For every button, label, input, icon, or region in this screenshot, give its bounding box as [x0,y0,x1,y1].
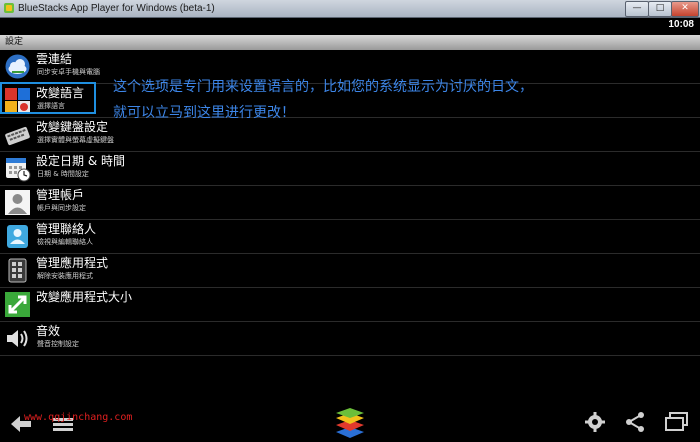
setting-manage-apps[interactable]: 管理應用程式 解除安裝應用程式 [0,254,700,288]
setting-sub: 同步安卓手機與電腦 [37,68,100,76]
setting-keyboard[interactable]: 改變鍵盤設定 選擇實體與螢幕虛擬鍵盤 [0,118,700,152]
share-icon[interactable] [624,411,646,433]
setting-label: 改變鍵盤設定 [36,120,109,134]
settings-header: 設定 [0,35,700,50]
setting-sound[interactable]: 音效 聲音控制設定 [0,322,700,356]
bluestacks-logo-icon [4,3,14,13]
setting-label: 管理應用程式 [36,256,109,270]
page-title: 設定 [5,37,24,47]
minimize-button[interactable]: — [625,1,649,17]
setting-sub: 選擇實體與螢幕虛擬鍵盤 [37,136,114,144]
watermark-text: www.qqjinchang.com [24,412,133,423]
status-bar: 10:08 [0,18,700,34]
highlight-box [0,82,96,114]
setting-label: 管理帳戶 [36,188,85,202]
setting-sub: 帳戶與同步設定 [37,204,86,212]
settings-gear-icon[interactable] [584,411,606,433]
contacts-icon [7,225,28,248]
cloud-connect-icon [5,54,30,79]
setting-date-time[interactable]: 設定日期 & 時間 日期 & 時間設定 [0,152,700,186]
speaker-icon [7,330,28,347]
setting-label: 管理聯絡人 [36,222,97,236]
setting-label: 設定日期 & 時間 [36,154,125,168]
resize-app-icon [5,292,30,317]
setting-app-size[interactable]: 改變應用程式大小 [0,288,700,322]
apps-manage-icon [8,258,27,283]
maximize-button[interactable]: □ [648,1,672,17]
annotation-line-1: 这个选项是专门用来设置语言的，比如您的系统显示为讨厌的日文， [113,79,533,95]
keyboard-icon [5,126,30,146]
annotation-line-2: 就可以立马到这里进行更改！ [113,105,295,121]
status-clock: 10:08 [668,19,694,30]
setting-label: 雲連結 [36,52,73,66]
recent-apps-icon[interactable] [664,411,690,433]
setting-sub: 檢視與編輯聯絡人 [37,238,93,246]
setting-sub: 解除安裝應用程式 [37,272,93,280]
setting-contacts[interactable]: 管理聯絡人 檢視與編輯聯絡人 [0,220,700,254]
setting-label: 改變應用程式大小 [36,290,133,304]
window-title: BlueStacks App Player for Windows (beta-… [18,3,215,14]
setting-label: 音效 [36,324,61,338]
nav-bar [0,405,700,442]
setting-sub: 日期 & 時間設定 [37,170,89,178]
setting-accounts[interactable]: 管理帳戶 帳戶與同步設定 [0,186,700,220]
calendar-clock-icon [6,158,31,182]
setting-sub: 聲音控制設定 [37,340,79,348]
close-button[interactable]: ✕ [671,1,699,17]
window-titlebar: BlueStacks App Player for Windows (beta-… [0,0,700,18]
accounts-icon [5,190,30,215]
bluestacks-home-icon[interactable] [333,407,367,439]
